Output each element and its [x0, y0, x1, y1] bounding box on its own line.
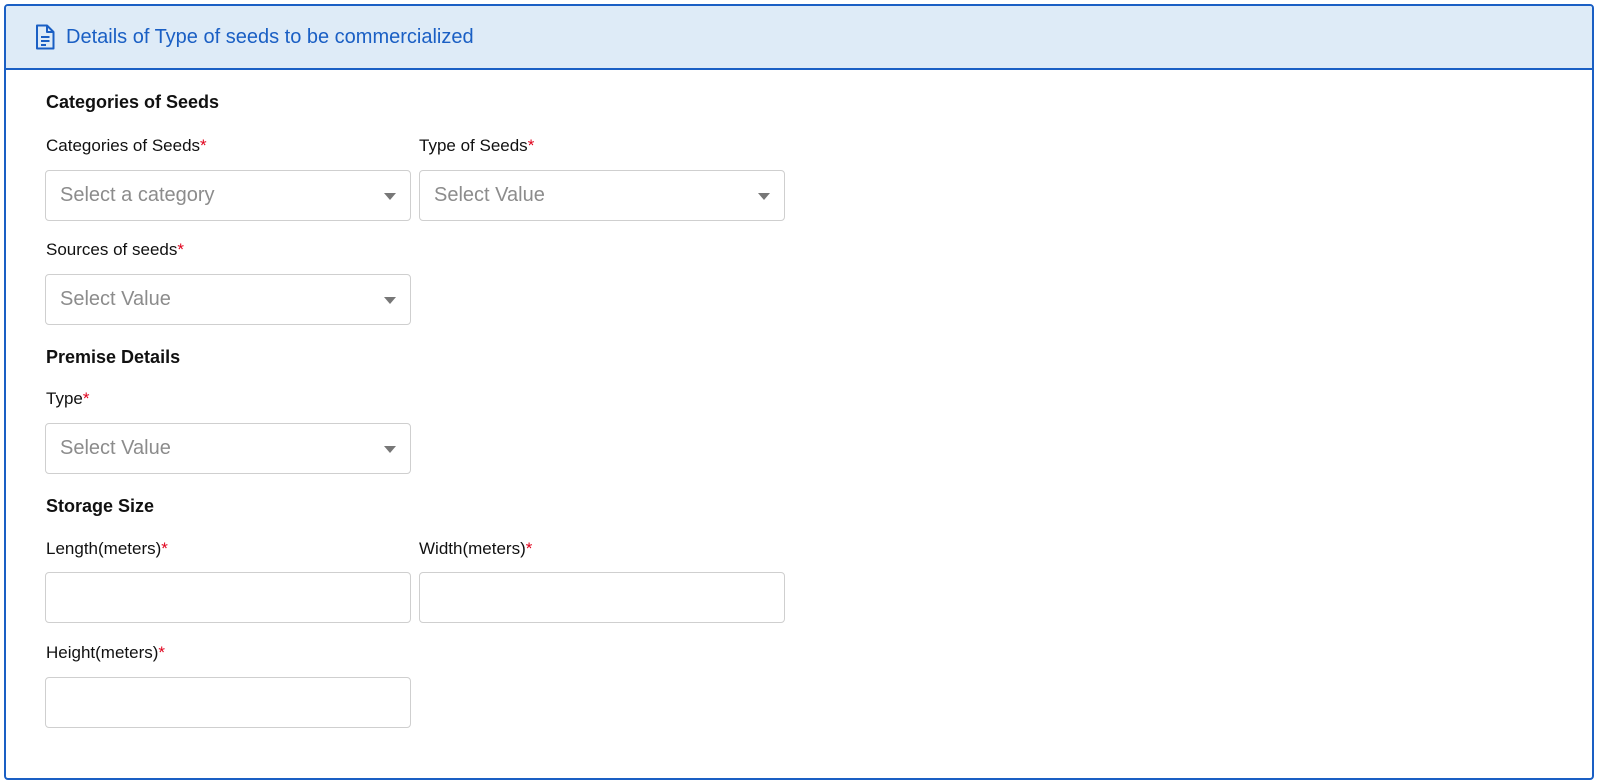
sources-select[interactable]: Select Value	[45, 274, 411, 325]
chevron-down-icon	[384, 446, 396, 453]
chevron-down-icon	[384, 193, 396, 200]
document-icon	[34, 24, 56, 50]
height-label-text: Height(meters)	[46, 643, 159, 662]
premise-type-label: Type*	[46, 389, 89, 409]
required-marker: *	[200, 136, 207, 155]
sources-label: Sources of seeds*	[46, 240, 184, 260]
chevron-down-icon	[384, 297, 396, 304]
premise-type-select[interactable]: Select Value	[45, 423, 411, 474]
premise-type-select-placeholder: Select Value	[60, 437, 171, 459]
chevron-down-icon	[758, 193, 770, 200]
sources-label-text: Sources of seeds	[46, 240, 178, 259]
required-marker: *	[158, 643, 166, 662]
category-select-placeholder: Select a category	[60, 184, 215, 206]
section-title-categories: Categories of Seeds	[46, 92, 220, 112]
required-marker: *	[525, 539, 533, 558]
width-label-text: Width(meters)	[419, 539, 526, 558]
premise-type-label-text: Type	[46, 389, 83, 408]
width-label: Width(meters)*	[419, 539, 532, 559]
category-select[interactable]: Select a category	[45, 170, 411, 221]
height-label: Height(meters)*	[46, 643, 165, 663]
height-input[interactable]	[45, 677, 411, 728]
length-input[interactable]	[45, 572, 411, 623]
required-marker: *	[527, 136, 535, 155]
length-label: Length(meters)*	[46, 539, 168, 559]
section-title-premise: Premise Details	[46, 347, 181, 367]
panel-header: Details of Type of seeds to be commercia…	[6, 6, 1592, 70]
seed-type-select-placeholder: Select Value	[434, 184, 545, 206]
category-label: Categories of Seeds*	[46, 136, 207, 156]
required-marker: *	[177, 240, 184, 259]
seed-type-select[interactable]: Select Value	[419, 170, 785, 221]
seed-type-label-text: Type of Seeds	[419, 136, 528, 155]
seed-details-panel: Details of Type of seeds to be commercia…	[4, 4, 1594, 780]
required-marker: *	[82, 389, 90, 408]
category-label-text: Categories of Seeds	[46, 136, 201, 155]
panel-title: Details of Type of seeds to be commercia…	[66, 25, 474, 48]
sources-select-placeholder: Select Value	[60, 288, 171, 310]
length-label-text: Length(meters)	[46, 539, 162, 558]
width-input[interactable]	[419, 572, 785, 623]
seed-type-label: Type of Seeds*	[419, 136, 534, 156]
section-title-storage: Storage Size	[46, 496, 155, 516]
required-marker: *	[161, 539, 168, 558]
